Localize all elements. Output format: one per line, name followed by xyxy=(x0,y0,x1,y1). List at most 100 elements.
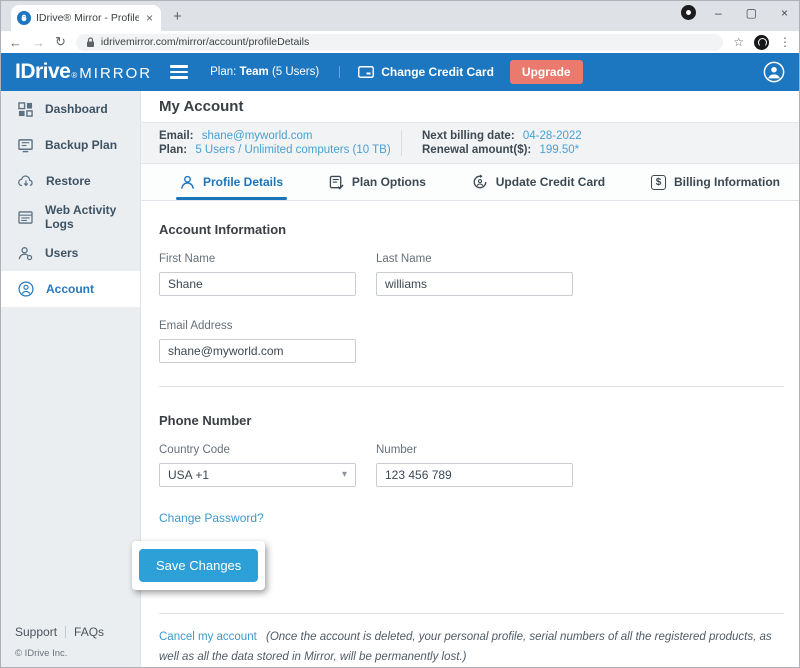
country-code-label: Country Code xyxy=(159,444,356,456)
save-changes-button[interactable]: Save Changes xyxy=(139,549,258,582)
forward-icon[interactable]: → xyxy=(32,35,45,50)
email-value: shane@myworld.com xyxy=(202,130,313,142)
page-titlebar: My Account xyxy=(141,91,799,123)
tab-title: IDrive® Mirror - Profile Details xyxy=(36,12,139,24)
renewal-amount-label: Renewal amount($): xyxy=(422,144,531,156)
tab-plan-options[interactable]: Plan Options xyxy=(325,164,430,199)
idrive-favicon-icon xyxy=(17,11,31,25)
sidebar-item-dashboard[interactable]: Dashboard xyxy=(1,91,140,127)
maximize-button[interactable]: ▢ xyxy=(741,6,762,20)
bookmark-star-icon[interactable]: ☆ xyxy=(733,35,744,49)
page-title: My Account xyxy=(159,98,243,115)
next-billing-date-label: Next billing date: xyxy=(422,130,515,142)
tab-close-icon[interactable]: × xyxy=(144,11,155,25)
plan-value: 5 Users / Unlimited computers (10 TB) xyxy=(195,144,390,156)
sidebar-item-label: Backup Plan xyxy=(45,138,117,152)
copyright-text: © IDrive Inc. xyxy=(15,648,104,659)
reload-icon[interactable]: ↻ xyxy=(55,34,66,50)
plan-summary: Plan: Team (5 Users) xyxy=(210,66,340,78)
backup-plan-icon xyxy=(18,138,33,153)
plan-name: Team xyxy=(240,66,269,78)
tab-label: Billing Information xyxy=(674,175,780,189)
sidebar-item-users[interactable]: Users xyxy=(1,235,140,271)
phone-number-field[interactable] xyxy=(376,463,573,487)
sidebar-item-label: Restore xyxy=(46,174,91,188)
cancel-account-link[interactable]: Cancel my account xyxy=(159,631,257,643)
credit-card-icon xyxy=(358,66,374,78)
email-address-label: Email Address xyxy=(159,320,356,332)
tab-profile-details[interactable]: Profile Details xyxy=(176,164,287,199)
sidebar-item-backup-plan[interactable]: Backup Plan xyxy=(1,127,140,163)
browser-tab[interactable]: IDrive® Mirror - Profile Details × xyxy=(11,5,161,31)
lock-icon xyxy=(86,37,95,48)
renewal-amount-value: 199.50* xyxy=(539,144,579,156)
plan-options-icon xyxy=(329,175,344,190)
tab-update-credit-card[interactable]: Update Credit Card xyxy=(468,164,609,199)
tab-strip: IDrive® Mirror - Profile Details × + – ▢… xyxy=(1,1,799,31)
sidebar-item-label: Account xyxy=(46,282,94,296)
browser-profile-avatar[interactable] xyxy=(754,35,769,50)
activity-logs-icon xyxy=(18,211,33,224)
close-button[interactable]: × xyxy=(776,6,793,20)
save-highlight-box: Save Changes xyxy=(132,541,265,590)
profile-details-panel: Account Information First Name Last Name… xyxy=(141,201,799,667)
support-link[interactable]: Support xyxy=(15,625,57,639)
new-tab-button[interactable]: + xyxy=(173,8,182,25)
account-avatar-icon[interactable] xyxy=(763,61,785,83)
plan-detail: (5 Users) xyxy=(272,66,319,78)
country-code-select[interactable]: USA +1 ▾ xyxy=(159,463,356,487)
change-credit-card-label: Change Credit Card xyxy=(381,65,494,79)
faqs-link[interactable]: FAQs xyxy=(74,625,104,639)
idrive-mirror-logo: IDrive ® MIRROR xyxy=(15,60,152,84)
dashboard-icon xyxy=(18,102,33,117)
profile-icon xyxy=(180,175,195,190)
back-icon[interactable]: ← xyxy=(9,35,22,50)
billing-dollar-icon: $ xyxy=(651,175,666,190)
app-header: IDrive ® MIRROR Plan: Team (5 Users) Cha… xyxy=(1,53,799,91)
cancel-account-row: Cancel my account (Once the account is d… xyxy=(159,627,784,667)
tab-label: Plan Options xyxy=(352,175,426,189)
browser-window: IDrive® Mirror - Profile Details × + – ▢… xyxy=(0,0,800,668)
sidebar-item-label: Web Activity Logs xyxy=(45,203,140,231)
account-icon xyxy=(18,281,34,297)
address-bar[interactable]: idrivemirror.com/mirror/account/profileD… xyxy=(76,34,723,51)
email-address-field[interactable] xyxy=(159,339,356,363)
last-name-field[interactable] xyxy=(376,272,573,296)
last-name-label: Last Name xyxy=(376,253,573,265)
logo-subtext: MIRROR xyxy=(79,65,152,82)
logo-text: IDrive xyxy=(15,60,70,84)
sidebar-item-web-activity-logs[interactable]: Web Activity Logs xyxy=(1,199,140,235)
change-credit-card-button[interactable]: Change Credit Card xyxy=(358,65,494,79)
sidebar-item-restore[interactable]: Restore xyxy=(1,163,140,199)
sidebar-item-account[interactable]: Account xyxy=(1,271,140,307)
hamburger-menu-icon[interactable] xyxy=(170,62,188,82)
tab-label: Profile Details xyxy=(203,175,283,189)
sidebar-item-label: Dashboard xyxy=(45,102,108,116)
change-password-link[interactable]: Change Password? xyxy=(159,511,264,525)
browser-menu-icon[interactable]: ⋮ xyxy=(779,35,791,49)
sidebar-item-label: Users xyxy=(45,246,78,260)
country-code-value: USA +1 xyxy=(168,468,209,482)
phone-number-heading: Phone Number xyxy=(159,413,784,428)
tab-billing-information[interactable]: $ Billing Information xyxy=(647,164,784,199)
upgrade-button[interactable]: Upgrade xyxy=(510,60,583,84)
browser-toolbar: ← → ↻ idrivemirror.com/mirror/account/pr… xyxy=(1,31,799,53)
sidebar: Dashboard Backup Plan Restore Web Activi… xyxy=(1,91,141,667)
section-divider xyxy=(159,386,784,387)
first-name-field[interactable] xyxy=(159,272,356,296)
account-information-heading: Account Information xyxy=(159,222,784,237)
first-name-label: First Name xyxy=(159,253,356,265)
next-billing-date-value: 04-28-2022 xyxy=(523,130,582,142)
plan-label: Plan: xyxy=(159,144,187,156)
minimize-button[interactable]: – xyxy=(710,6,727,20)
footer-divider xyxy=(65,626,66,638)
recording-indicator-icon xyxy=(681,5,696,20)
tab-label: Update Credit Card xyxy=(496,175,605,189)
sidebar-footer: Support FAQs © IDrive Inc. xyxy=(15,625,104,659)
chevron-down-icon: ▾ xyxy=(342,469,347,480)
phone-number-label: Number xyxy=(376,444,573,456)
email-label: Email: xyxy=(159,130,194,142)
url-text: idrivemirror.com/mirror/account/profileD… xyxy=(101,36,309,48)
update-credit-card-icon xyxy=(472,174,488,190)
account-tabs: Profile Details Plan Options Update Cred… xyxy=(141,164,799,200)
